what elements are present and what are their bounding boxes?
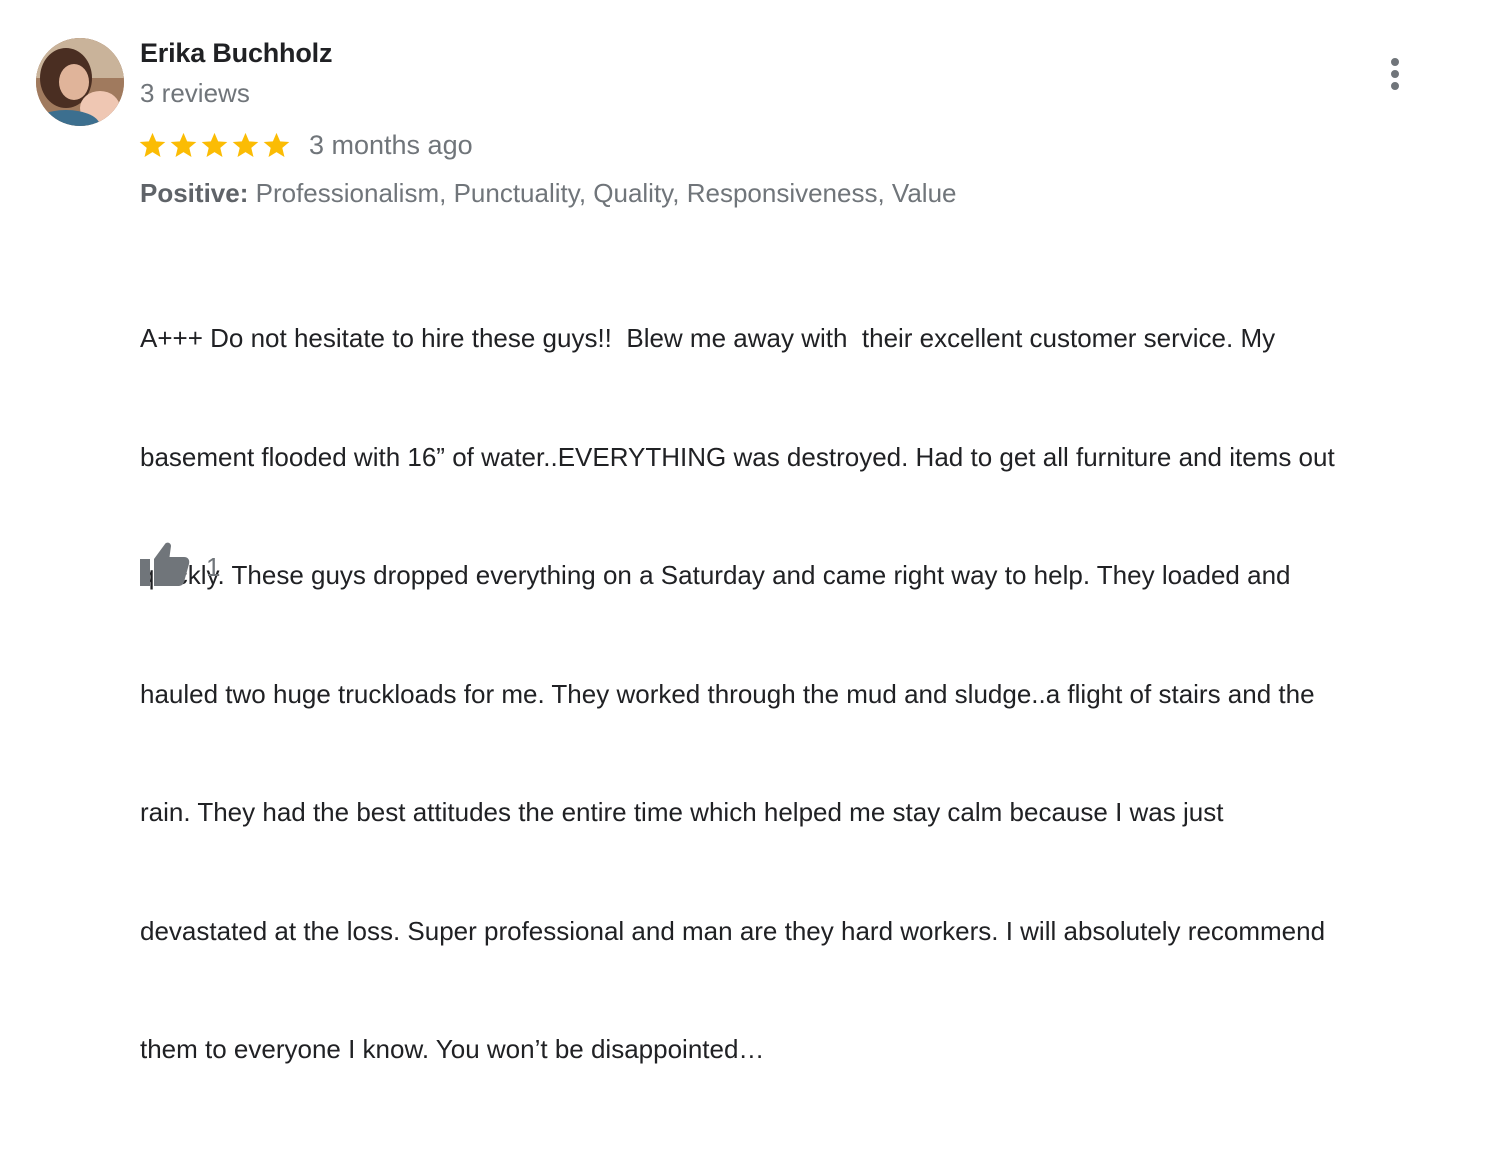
review-text-line: them to everyone I know. You won’t be di… [140, 1034, 765, 1064]
star-icon [139, 132, 166, 157]
like-count: 1 [206, 552, 221, 582]
review-text-line: basement flooded with 16” of water..EVER… [140, 441, 1335, 472]
review-text-line: A+++ Do not hesitate to hire these guys!… [140, 323, 1276, 353]
star-icon [201, 132, 228, 157]
review-text-line: devastated at the loss. Super profession… [140, 915, 1326, 946]
rating-row: 3 months ago [138, 128, 473, 162]
star-rating [138, 131, 291, 160]
attributes-values: Professionalism, Punctuality, Quality, R… [255, 178, 957, 208]
star-icon [263, 132, 290, 157]
review-text-line: hauled two huge truckloads for me. They … [140, 678, 1315, 709]
review-card: Erika Buchholz 3 reviews 3 months ago Po… [0, 0, 1494, 1064]
reviewer-name[interactable]: Erika Buchholz [140, 38, 332, 69]
review-text: A+++ Do not hesitate to hire these guys!… [140, 240, 1470, 1149]
star-icon [232, 132, 259, 157]
more-vert-icon[interactable] [1378, 54, 1412, 94]
attributes-label: Positive: [140, 178, 249, 208]
star-icon [170, 132, 197, 157]
avatar[interactable] [36, 38, 124, 126]
review-date: 3 months ago [309, 129, 473, 160]
review-attributes: Positive: Professionalism, Punctuality, … [140, 178, 957, 209]
profile-photo-icon [36, 38, 124, 126]
review-text-line: rain. They had the best attitudes the en… [140, 797, 1224, 827]
thumbs-up-icon[interactable] [138, 540, 194, 588]
review-text-line: quickly. These guys dropped everything o… [140, 560, 1291, 590]
review-count[interactable]: 3 reviews [140, 78, 250, 109]
